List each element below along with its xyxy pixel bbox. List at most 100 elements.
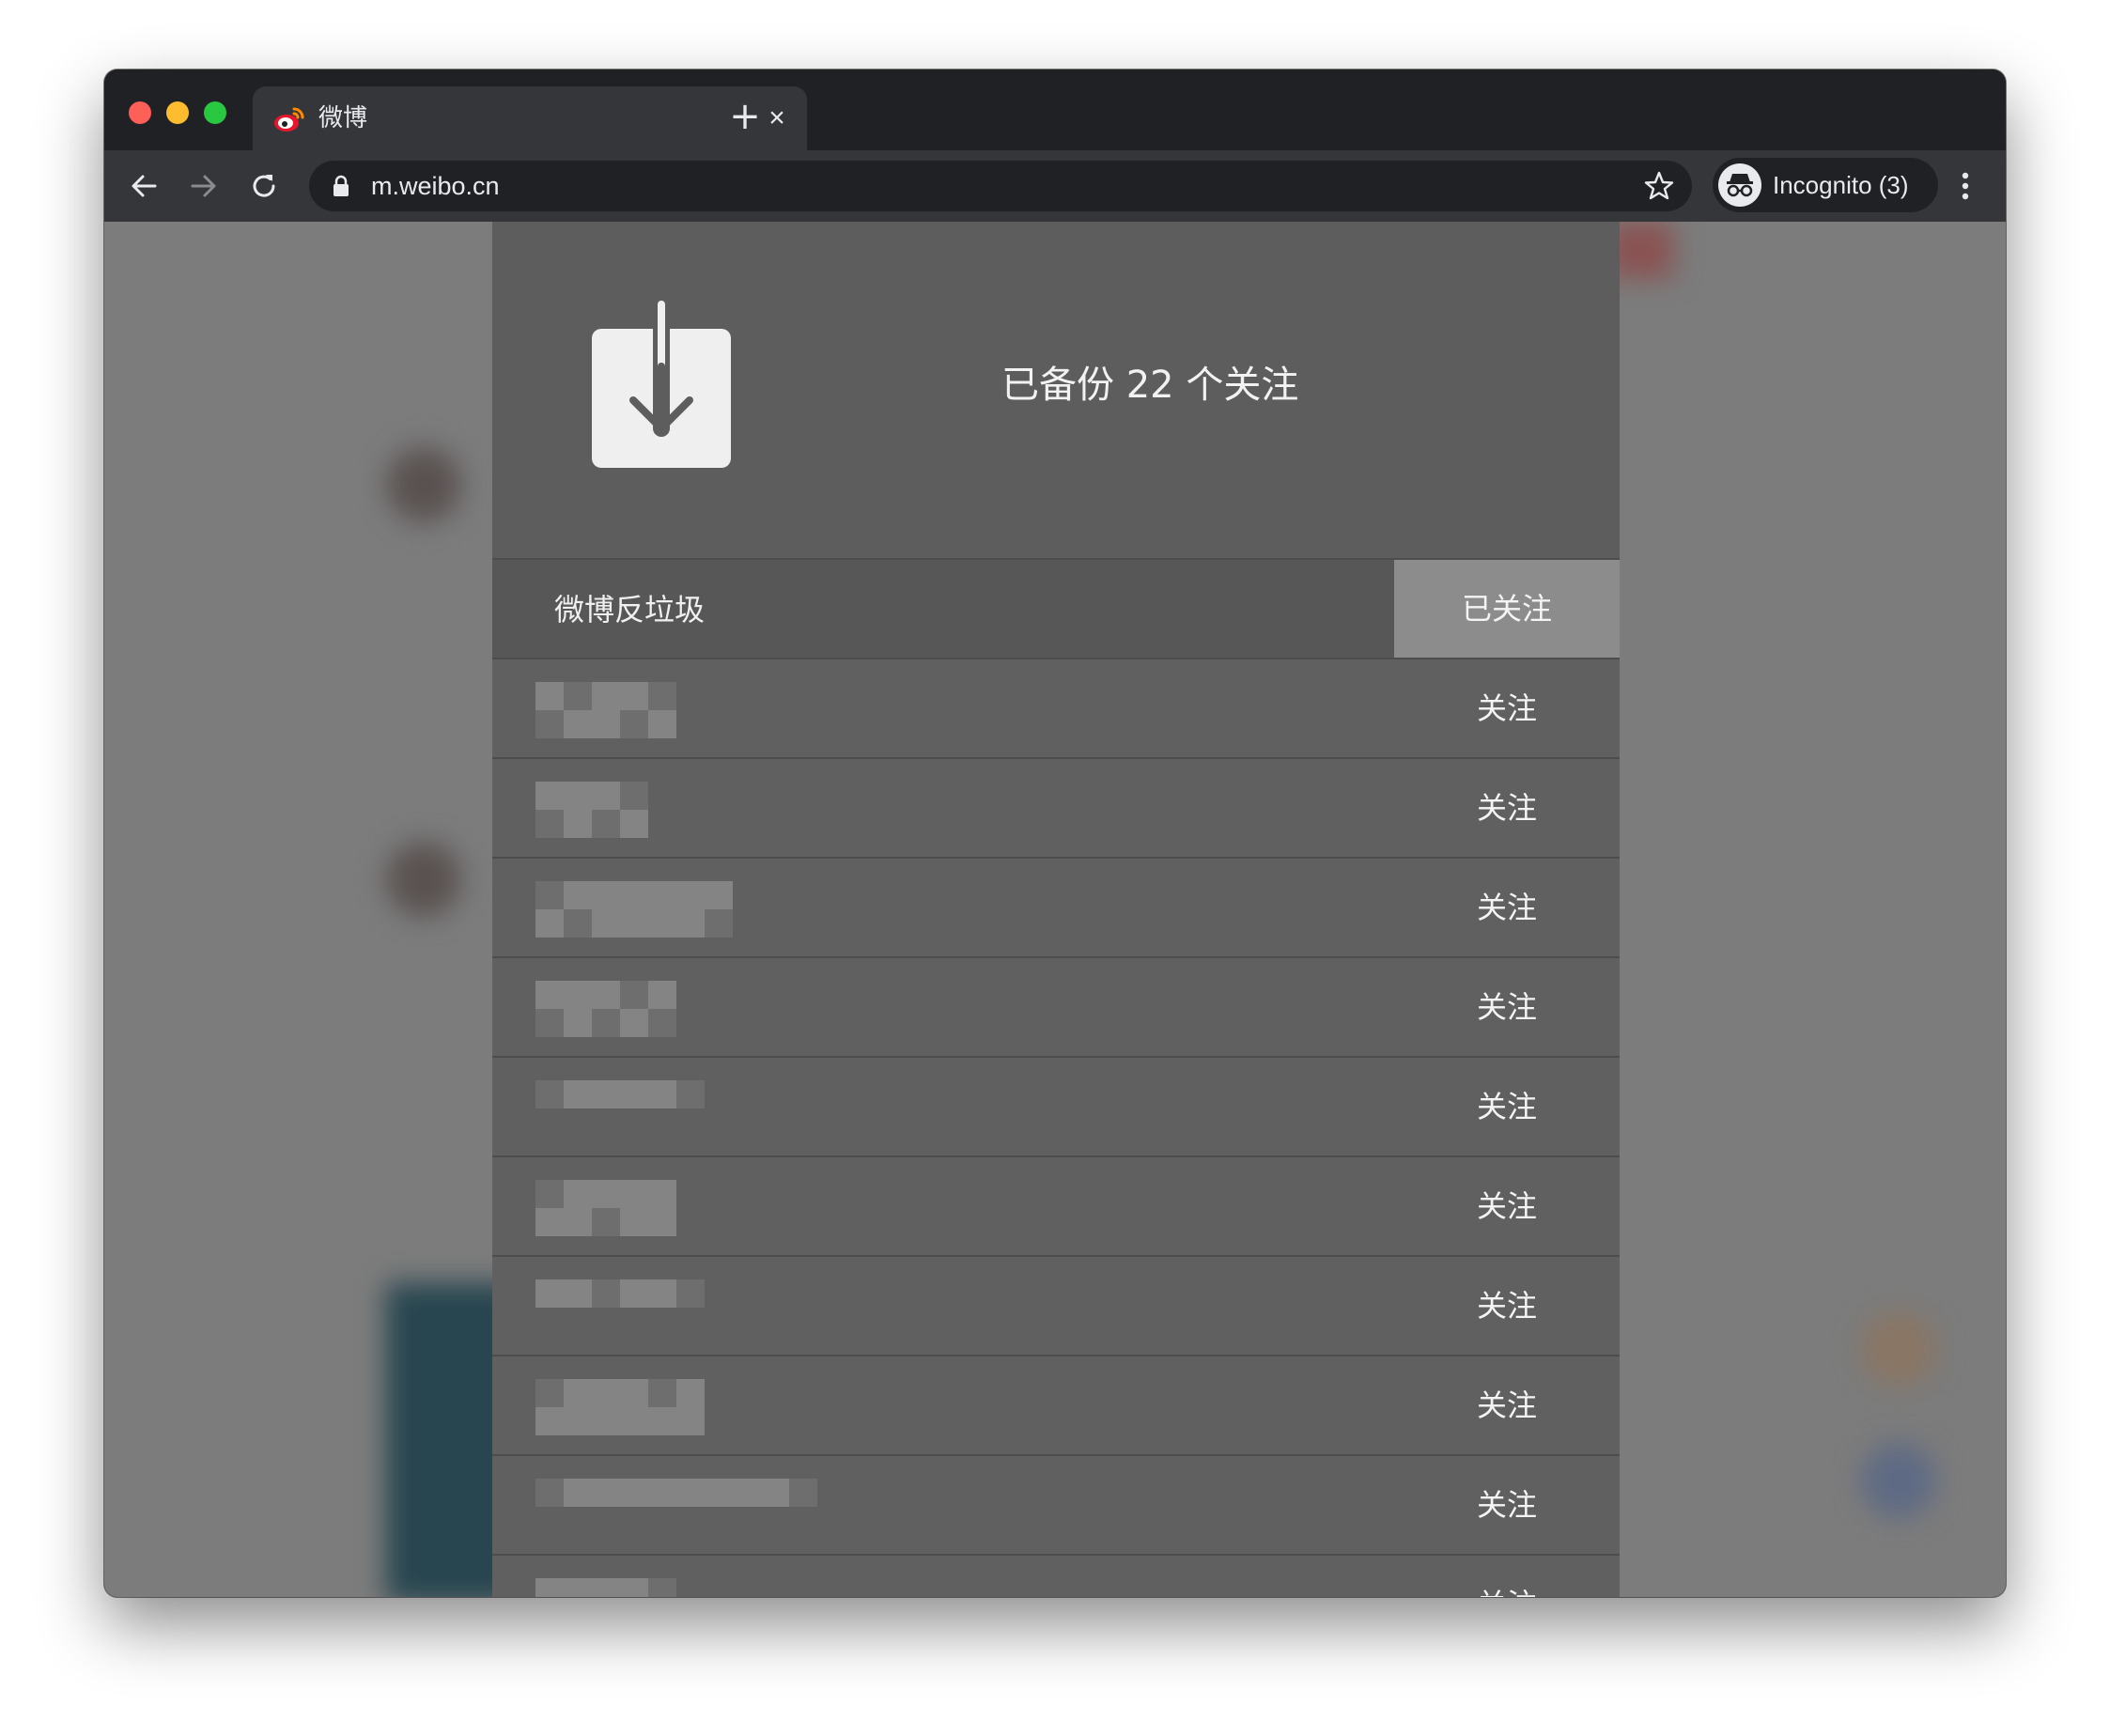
pixelation-block: [564, 1208, 592, 1236]
forward-button[interactable]: [183, 165, 225, 207]
pixelation-block: [564, 909, 592, 938]
pixelation-block: [648, 1578, 676, 1597]
pixelation-block: [564, 682, 592, 710]
follow-button[interactable]: 关注: [1394, 859, 1620, 956]
pixelation-block: [535, 1080, 564, 1108]
follow-list-item: 关注: [492, 857, 1620, 958]
follow-button[interactable]: 关注: [1394, 1356, 1620, 1454]
follow-button[interactable]: 关注: [1394, 1456, 1620, 1554]
backup-summary: 已备份 22 个关注: [1001, 364, 1299, 407]
tab-strip: 微博 × +: [104, 70, 2006, 150]
pixelation-block: [592, 1208, 620, 1236]
follow-list-item: 关注: [492, 757, 1620, 859]
pixelation-block: [620, 1080, 648, 1108]
pixelation-block: [648, 1080, 676, 1108]
pixelation-block: [705, 909, 733, 938]
pixelation-block: [620, 1578, 648, 1597]
follow-button[interactable]: 关注: [1394, 1556, 1620, 1597]
pixelation-block: [676, 1279, 705, 1308]
pixelation-block: [564, 1379, 592, 1407]
pixelation-block: [535, 710, 564, 738]
address-bar[interactable]: m.weibo.cn: [309, 161, 1692, 211]
pixelation-block: [564, 1407, 592, 1435]
pixelation-block: [592, 1407, 620, 1435]
pixelation-block: [676, 1379, 705, 1407]
pixelation-block: [620, 909, 648, 938]
pixelation-block: [564, 782, 592, 810]
pixelation-block: [648, 1407, 676, 1435]
background-dot: [1861, 1443, 1936, 1518]
lock-icon: [334, 175, 349, 196]
pixelation-block: [564, 1080, 592, 1108]
pixelation-block: [648, 1208, 676, 1236]
pixelation-block: [535, 682, 564, 710]
pixelation-block: [535, 1407, 564, 1435]
back-button[interactable]: [123, 165, 164, 207]
pixelation-block: [648, 1379, 676, 1407]
pixelation-block: [535, 909, 564, 938]
follow-list-item: 关注: [492, 1554, 1620, 1597]
incognito-avatar: [1718, 163, 1761, 207]
pixelation-block: [535, 782, 564, 810]
pixelation-block: [620, 1009, 648, 1037]
pixelation-block: [648, 1009, 676, 1037]
follow-list-item: 关注: [492, 956, 1620, 1058]
incognito-profile-button[interactable]: Incognito (3): [1713, 158, 1938, 212]
pixelation-block: [620, 1208, 648, 1236]
tab-close-icon[interactable]: ×: [762, 103, 792, 133]
follow-button[interactable]: 关注: [1394, 1058, 1620, 1155]
weibo-favicon: [274, 107, 304, 132]
pixelation-block: [676, 1479, 705, 1507]
close-window-button[interactable]: [129, 101, 151, 124]
pixelation-block: [592, 981, 620, 1009]
pixelation-block: [535, 1180, 564, 1208]
follow-button[interactable]: 关注: [1394, 1257, 1620, 1355]
pixelation-block: [592, 909, 620, 938]
background-avatar: [386, 842, 461, 917]
pixelation-block: [592, 782, 620, 810]
follow-button[interactable]: 关注: [1394, 1157, 1620, 1255]
new-tab-button[interactable]: +: [726, 98, 764, 135]
pixelation-block: [535, 981, 564, 1009]
pixelation-block: [592, 1279, 620, 1308]
follow-button[interactable]: 关注: [1394, 958, 1620, 1056]
account-name: 微博反垃圾: [554, 592, 706, 628]
star-icon[interactable]: [1643, 170, 1675, 202]
pixelation-block: [648, 1279, 676, 1308]
pixelation-block: [535, 1479, 564, 1507]
more-vert-icon[interactable]: [1951, 169, 1979, 203]
pixelation-block: [620, 782, 648, 810]
zoom-window-button[interactable]: [204, 101, 226, 124]
pixelation-block: [535, 810, 564, 838]
browser-toolbar: m.weibo.cn Incognito (3): [104, 150, 2006, 222]
pixelation-block: [564, 710, 592, 738]
pixelation-block: [564, 1279, 592, 1308]
reload-button[interactable]: [243, 165, 285, 207]
pixelation-block: [592, 1080, 620, 1108]
follow-list-item: 微博反垃圾 已关注: [492, 558, 1620, 658]
browser-window: 微博 × + m.weibo.cn Incognito (3) 已备份 22 个…: [104, 70, 2006, 1597]
incognito-label: Incognito (3): [1773, 171, 1909, 199]
follow-list: 微博反垃圾已关注关注关注关注关注关注关注关注关注关注关注: [492, 558, 1620, 1597]
pixelation-block: [564, 1479, 592, 1507]
followed-button[interactable]: 已关注: [1394, 560, 1620, 658]
pixelation-block: [535, 881, 564, 909]
follow-button[interactable]: 关注: [1394, 759, 1620, 857]
page-viewport: 已备份 22 个关注 微博反垃圾已关注关注关注关注关注关注关注关注关注关注关注: [104, 222, 2006, 1597]
pixelation-block: [592, 1479, 620, 1507]
incognito-icon: [1727, 174, 1753, 197]
minimize-window-button[interactable]: [166, 101, 189, 124]
follow-list-item: 关注: [492, 658, 1620, 759]
pixelation-block: [648, 981, 676, 1009]
pixelation-block: [592, 1180, 620, 1208]
pixelation-block: [705, 881, 733, 909]
pixelation-block: [564, 981, 592, 1009]
pixelation-block: [564, 1180, 592, 1208]
backup-dialog: 已备份 22 个关注 微博反垃圾已关注关注关注关注关注关注关注关注关注关注关注: [492, 222, 1620, 1597]
pixelation-block: [535, 1578, 564, 1597]
pixelation-block: [564, 1009, 592, 1037]
browser-tab-weibo[interactable]: 微博 ×: [253, 86, 807, 150]
pixelation-block: [648, 710, 676, 738]
url-text: m.weibo.cn: [371, 172, 500, 200]
follow-button[interactable]: 关注: [1394, 659, 1620, 757]
